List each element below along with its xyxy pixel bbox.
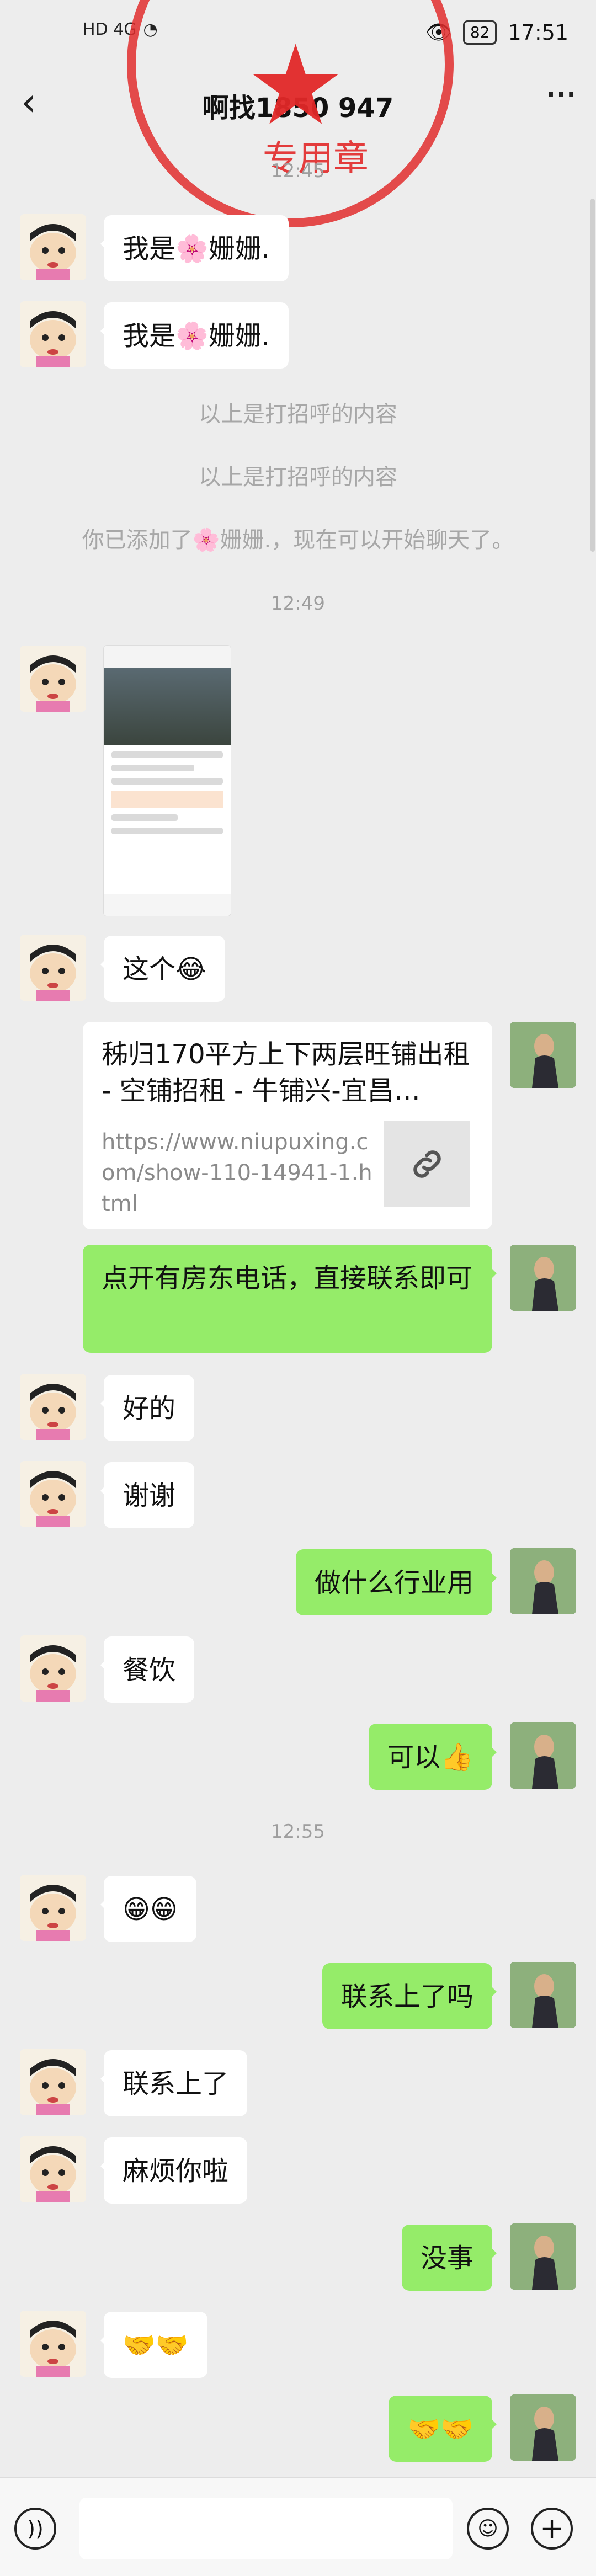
more-dots-icon[interactable]: ··· xyxy=(545,75,577,114)
battery-indicator: 82 xyxy=(462,20,497,45)
avatar[interactable] xyxy=(20,1635,86,1702)
avatar[interactable] xyxy=(20,301,86,367)
plus-icon[interactable]: + xyxy=(531,2508,573,2550)
avatar[interactable] xyxy=(510,1548,576,1614)
avatar[interactable] xyxy=(510,1022,576,1088)
emoji-icon[interactable]: ☺ xyxy=(467,2508,509,2550)
system-notice: 以上是打招呼的内容 xyxy=(199,402,397,427)
timestamp: 12:55 xyxy=(271,1821,325,1843)
message-bubble[interactable]: 我是🌸姗姗. xyxy=(100,302,289,369)
avatar[interactable] xyxy=(20,646,86,712)
message-bubble[interactable]: 点开有房东电话，直接联系即可 xyxy=(83,1245,497,1353)
eye-icon: 👁 xyxy=(425,20,452,44)
message-bubble[interactable]: 联系上了 xyxy=(100,2050,248,2116)
avatar[interactable] xyxy=(510,2394,576,2461)
message-bubble[interactable]: 好的 xyxy=(100,1375,195,1441)
input-bar: )) ☺ + xyxy=(0,2477,596,2576)
timestamp: 12:45 xyxy=(271,160,325,182)
avatar[interactable] xyxy=(20,2311,86,2377)
message-bubble[interactable]: 麻烦你啦 xyxy=(100,2137,248,2204)
signal-indicator: HD 4G ◔ xyxy=(83,20,158,39)
screenshot-toolbar xyxy=(104,894,231,916)
message-bubble[interactable]: 我是🌸姗姗. xyxy=(100,215,289,281)
chat-title: 啊找1850 947 xyxy=(202,93,394,124)
message-bubble[interactable]: 谢谢 xyxy=(100,1462,195,1528)
voice-input-icon[interactable]: )) xyxy=(14,2508,56,2550)
system-notice: 你已添加了🌸姗姗.，现在可以开始聊天了。 xyxy=(82,527,514,553)
message-bubble[interactable]: 可以👍 xyxy=(369,1724,497,1790)
link-icon xyxy=(384,1121,470,1207)
avatar[interactable] xyxy=(20,1875,86,1941)
system-notice: 以上是打招呼的内容 xyxy=(199,465,397,490)
timestamp: 12:49 xyxy=(271,593,325,615)
image-message[interactable] xyxy=(104,646,231,916)
message-input[interactable] xyxy=(79,2498,453,2559)
message-bubble[interactable]: 没事 xyxy=(401,2225,497,2291)
link-card-title: 秭归170平方上下两层旺铺出租 - 空铺招租 - 牛铺兴-宜昌… xyxy=(102,1039,470,1106)
avatar[interactable] xyxy=(20,1374,86,1440)
scrollbar[interactable] xyxy=(590,199,595,552)
message-bubble[interactable]: 联系上了吗 xyxy=(322,1963,497,2029)
avatar[interactable] xyxy=(510,1962,576,2028)
avatar[interactable] xyxy=(510,1245,576,1311)
screenshot-photo xyxy=(104,668,231,745)
message-bubble[interactable]: 😁😁 xyxy=(100,1876,197,1942)
screenshot-header xyxy=(104,646,231,668)
avatar[interactable] xyxy=(20,1461,86,1527)
message-bubble[interactable]: 做什么行业用 xyxy=(295,1549,497,1615)
avatar[interactable] xyxy=(510,2223,576,2290)
message-bubble[interactable]: 这个😂 xyxy=(100,936,226,1002)
message-bubble[interactable]: 🤝🤝 xyxy=(100,2312,207,2378)
clock: 17:51 xyxy=(508,20,568,45)
wifi-icon: ◔ xyxy=(143,20,158,39)
avatar[interactable] xyxy=(20,2136,86,2202)
message-bubble[interactable]: 餐饮 xyxy=(100,1636,195,1703)
status-bar: HD 4G ◔ 👁 82 17:51 xyxy=(0,0,596,72)
message-bubble[interactable]: 🤝🤝 xyxy=(389,2396,497,2462)
avatar[interactable] xyxy=(20,2049,86,2115)
link-card-url: https://www.niupuxing.com/show-110-14941… xyxy=(102,1129,372,1217)
avatar[interactable] xyxy=(20,935,86,1001)
chat-header: ‹ 啊找1850 947 ··· xyxy=(0,72,596,138)
avatar[interactable] xyxy=(510,1722,576,1789)
link-card[interactable]: 秭归170平方上下两层旺铺出租 - 空铺招租 - 牛铺兴-宜昌… https:/… xyxy=(83,1022,492,1229)
avatar[interactable] xyxy=(20,214,86,280)
